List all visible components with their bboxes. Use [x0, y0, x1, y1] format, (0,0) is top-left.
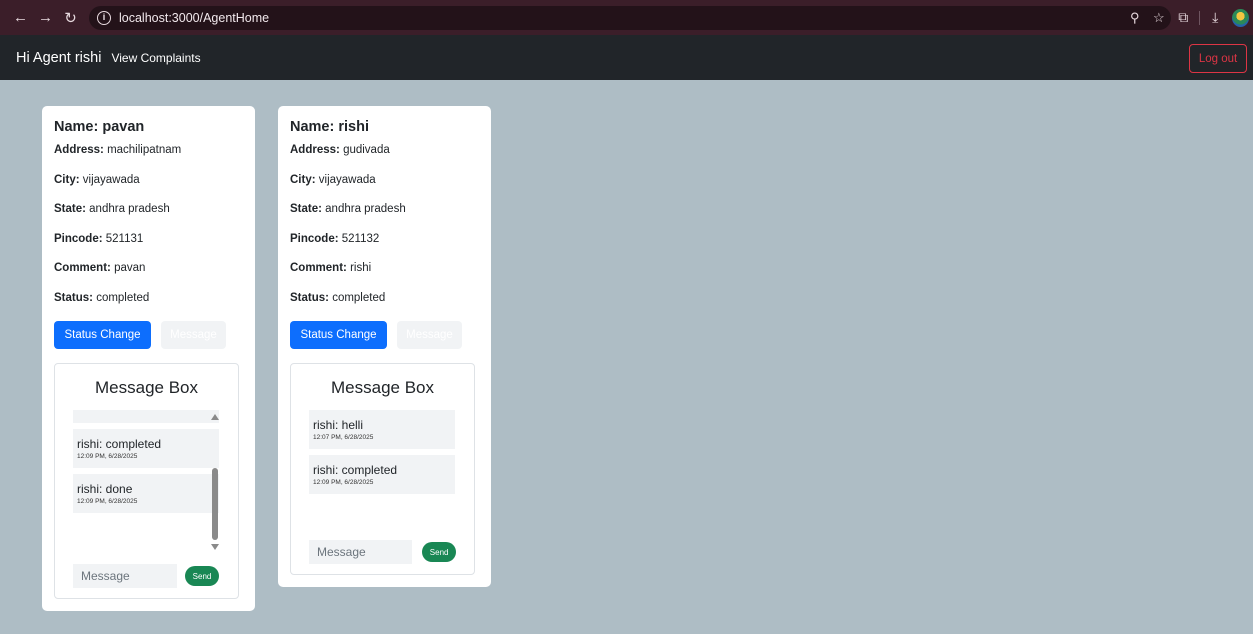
- toolbar-divider: [1198, 10, 1200, 25]
- scrollbar-thumb[interactable]: [212, 468, 218, 540]
- logout-button[interactable]: Log out: [1189, 44, 1247, 73]
- status-change-button[interactable]: Status Change: [54, 321, 151, 349]
- complaint-city: City: vijayawada: [54, 173, 140, 186]
- reload-icon[interactable]: ↻: [58, 9, 83, 27]
- message-text: rishi: completed: [313, 463, 398, 477]
- complaint-status: Status: completed: [54, 291, 150, 304]
- complaint-pincode: Pincode: 521132: [290, 232, 380, 245]
- complaint-city: City: vijayawada: [290, 173, 376, 186]
- site-info-icon[interactable]: i: [97, 10, 111, 25]
- message-item: [73, 410, 219, 423]
- message-item: rishi: completed 12:09 PM, 6/28/2025: [309, 455, 455, 494]
- extensions-icon[interactable]: ⧉: [1171, 9, 1196, 26]
- send-button[interactable]: Send: [422, 542, 456, 562]
- message-input[interactable]: Message: [73, 564, 177, 588]
- message-item: rishi: helli 12:07 PM, 6/28/2025: [309, 410, 455, 449]
- message-box-title: Message Box: [95, 378, 198, 397]
- scroll-up-icon[interactable]: [211, 414, 219, 420]
- message-item: rishi: completed 12:09 PM, 6/28/2025: [73, 429, 219, 468]
- complaint-card: Name: rishi Address: gudivada City: vija…: [278, 106, 491, 587]
- message-button[interactable]: Message: [397, 321, 462, 349]
- message-box: Message Box rishi: helli 12:07 PM, 6/28/…: [290, 363, 475, 575]
- message-list[interactable]: rishi: completed 12:09 PM, 6/28/2025 ris…: [73, 410, 220, 554]
- complaint-status: Status: completed: [290, 291, 386, 304]
- complaint-state: State: andhra pradesh: [54, 203, 170, 215]
- navbar-brand[interactable]: Hi Agent rishi: [16, 50, 101, 66]
- status-change-button[interactable]: Status Change: [290, 321, 387, 349]
- complaint-name: Name: rishi: [290, 119, 369, 135]
- download-icon[interactable]: ⤓: [1203, 9, 1228, 26]
- complaint-comment: Comment: rishi: [290, 262, 372, 274]
- back-arrow-icon[interactable]: ←: [8, 9, 33, 26]
- message-list[interactable]: rishi: helli 12:07 PM, 6/28/2025 rishi: …: [309, 410, 456, 524]
- zoom-icon[interactable]: ⚲: [1123, 10, 1147, 26]
- message-time: 12:07 PM, 6/28/2025: [313, 434, 374, 441]
- complaint-address: Address: machilipatnam: [54, 144, 182, 156]
- address-bar[interactable]: i localhost:3000/AgentHome ⚲ ☆: [89, 5, 1171, 30]
- message-time: 12:09 PM, 6/28/2025: [77, 453, 138, 460]
- message-item: rishi: done 12:09 PM, 6/28/2025: [73, 474, 219, 513]
- message-text: rishi: helli: [313, 418, 364, 432]
- message-scrollbar[interactable]: [210, 410, 220, 554]
- message-text: rishi: completed: [77, 437, 162, 451]
- complaint-state: State: andhra pradesh: [290, 203, 406, 215]
- browser-toolbar: ← → ↻ i localhost:3000/AgentHome ⚲ ☆ ⧉ ⤓: [0, 0, 1253, 35]
- complaint-pincode: Pincode: 521131: [54, 232, 144, 245]
- complaint-name: Name: pavan: [54, 119, 145, 135]
- scroll-down-icon[interactable]: [211, 544, 219, 550]
- message-time: 12:09 PM, 6/28/2025: [313, 479, 374, 486]
- message-box: Message Box rishi: completed 12:09 PM, 6…: [54, 363, 239, 599]
- forward-arrow-icon[interactable]: →: [33, 9, 58, 26]
- message-text: rishi: done: [77, 482, 133, 496]
- complaint-comment: Comment: pavan: [54, 262, 146, 274]
- app-navbar: Hi Agent rishi View Complaints Log out: [0, 35, 1253, 80]
- message-box-title: Message Box: [331, 378, 434, 397]
- view-complaints-link[interactable]: View Complaints: [111, 51, 200, 65]
- bookmark-star-icon[interactable]: ☆: [1147, 10, 1171, 26]
- complaint-card: Name: pavan Address: machilipatnam City:…: [42, 106, 255, 611]
- complaint-address: Address: gudivada: [290, 144, 390, 156]
- message-input[interactable]: Message: [309, 540, 413, 564]
- message-time: 12:09 PM, 6/28/2025: [77, 498, 138, 505]
- url-text: localhost:3000/AgentHome: [119, 10, 270, 25]
- send-button[interactable]: Send: [185, 566, 219, 586]
- profile-avatar-icon[interactable]: [1231, 8, 1250, 27]
- message-button[interactable]: Message: [161, 321, 226, 349]
